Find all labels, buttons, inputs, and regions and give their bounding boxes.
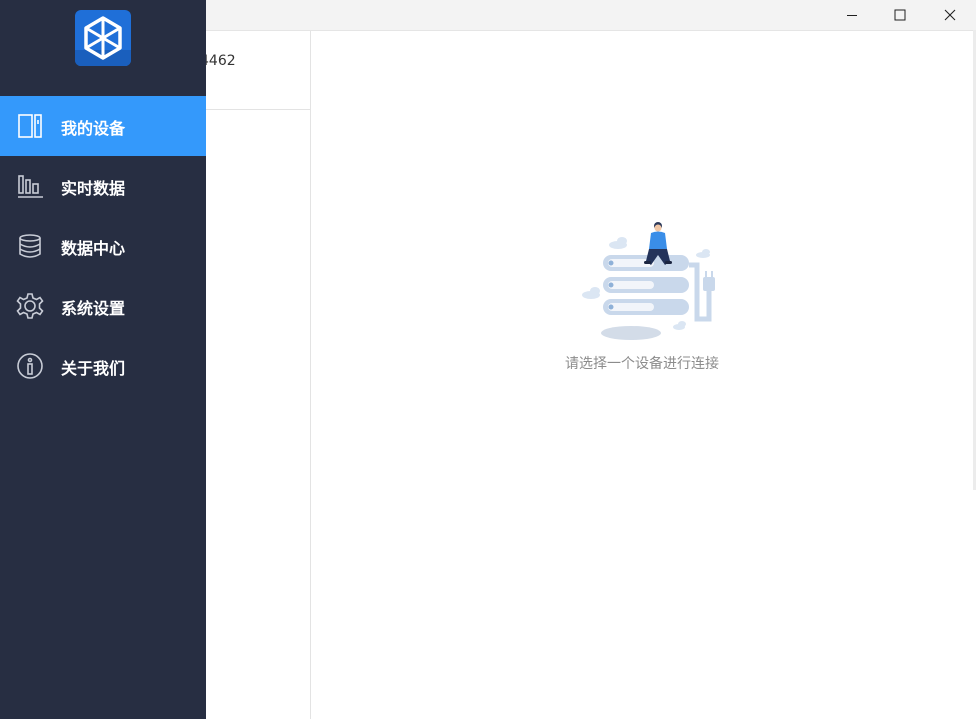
sidebar-item-data-center[interactable]: 数据中心 <box>0 216 206 276</box>
app-logo-icon <box>75 10 131 66</box>
bar-chart-icon <box>16 172 44 200</box>
database-icon <box>16 232 44 260</box>
gear-icon <box>16 292 44 320</box>
sidebar-item-realtime-data[interactable]: 实时数据 <box>0 156 206 216</box>
sidebar-item-my-devices[interactable]: 我的设备 <box>0 96 206 156</box>
info-icon <box>16 352 44 380</box>
sidebar: 我的设备 实时数据 数据中心 系统设置 关于我们 <box>0 0 206 719</box>
maximize-button[interactable] <box>876 0 924 30</box>
maximize-icon <box>894 9 906 21</box>
sidebar-item-label: 关于我们 <box>61 359 126 378</box>
close-button[interactable] <box>926 0 974 30</box>
close-icon <box>944 9 956 21</box>
main-panel: 请选择一个设备进行连接 <box>311 31 973 719</box>
sidebar-item-system-settings[interactable]: 系统设置 <box>0 276 206 336</box>
minimize-icon <box>847 15 857 16</box>
empty-state-message: 请选择一个设备进行连接 <box>565 356 719 372</box>
sidebar-item-label: 系统设置 <box>61 299 126 318</box>
device-list-panel: 4462 <box>200 31 311 719</box>
minimize-button[interactable] <box>828 0 876 30</box>
device-icon <box>16 112 44 140</box>
device-list-item[interactable]: 4462 <box>200 31 310 110</box>
sidebar-item-label: 我的设备 <box>61 119 126 138</box>
sidebar-item-about-us[interactable]: 关于我们 <box>0 336 206 396</box>
sidebar-item-label: 实时数据 <box>61 179 126 198</box>
device-id-text: 4462 <box>200 53 236 69</box>
server-illustration <box>582 222 715 340</box>
sidebar-item-label: 数据中心 <box>61 239 126 258</box>
